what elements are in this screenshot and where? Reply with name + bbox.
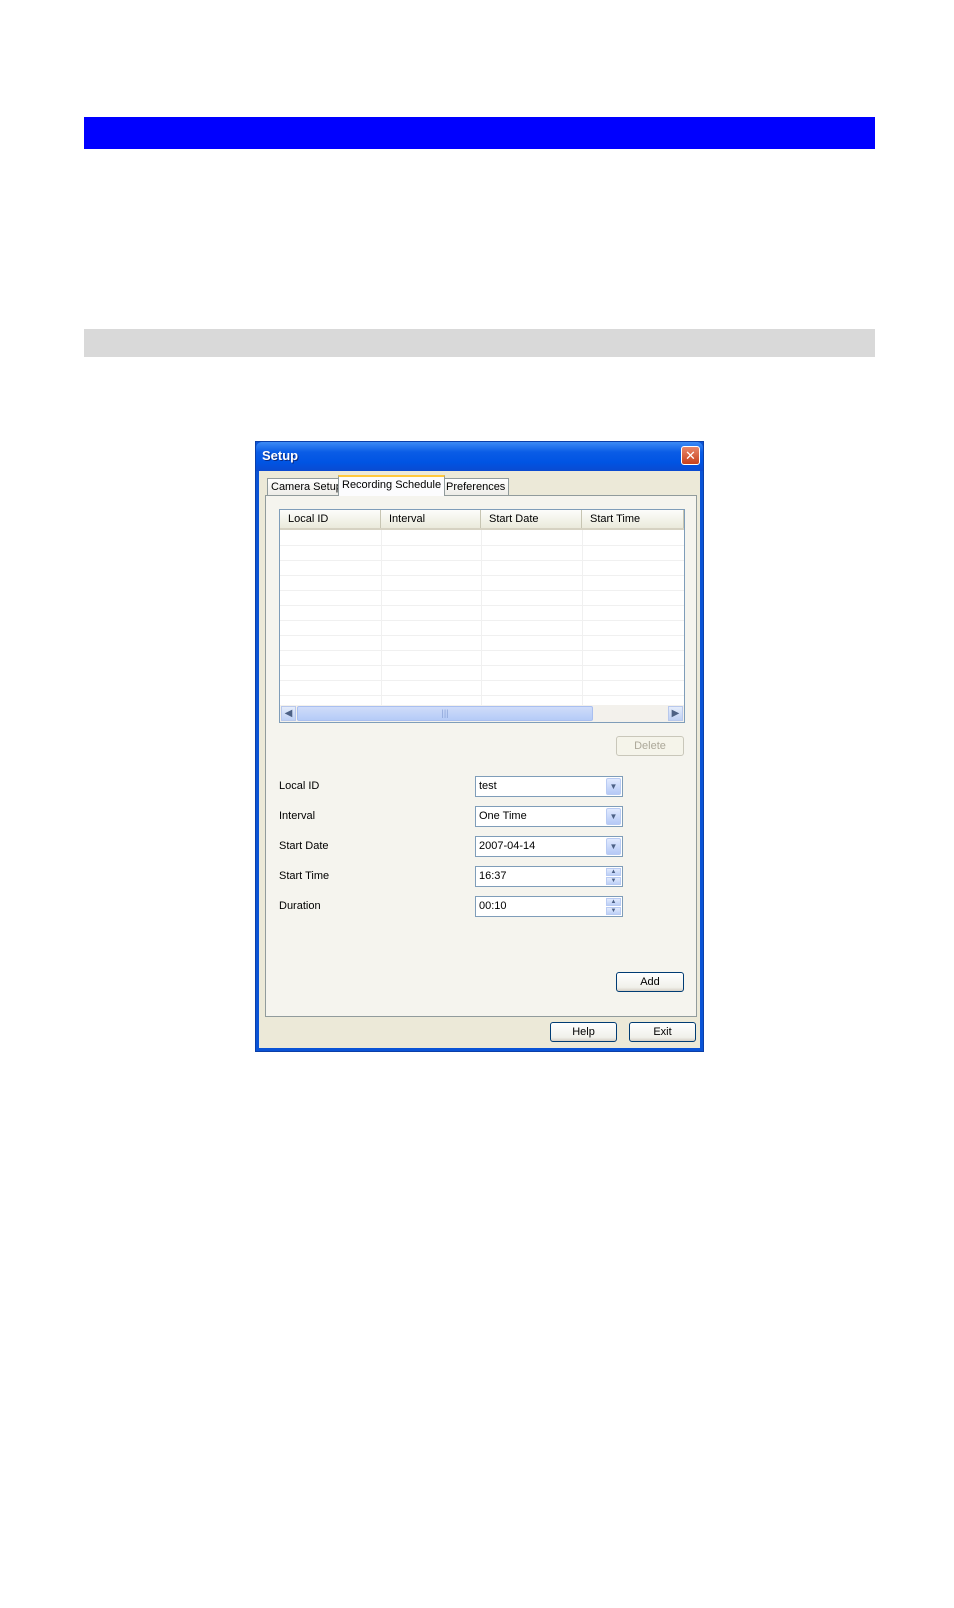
recording-schedule-panel: Local ID Interval Start Date Start Time … bbox=[265, 495, 697, 1017]
spin-control: ▲ ▼ bbox=[606, 868, 621, 885]
start-time-value: 16:37 bbox=[479, 870, 507, 882]
start-date-label: Start Date bbox=[279, 840, 329, 852]
local-id-value: test bbox=[479, 780, 497, 792]
local-id-select[interactable]: test ▼ bbox=[475, 776, 623, 797]
chevron-right-icon[interactable]: ▶ bbox=[668, 706, 683, 721]
table-row[interactable] bbox=[280, 650, 684, 666]
chevron-down-icon[interactable]: ▼ bbox=[606, 877, 621, 885]
table-row[interactable] bbox=[280, 590, 684, 606]
chevron-up-icon[interactable]: ▲ bbox=[606, 898, 621, 906]
table-row[interactable] bbox=[280, 680, 684, 696]
section-header-bar bbox=[84, 329, 875, 357]
page-header-bar bbox=[84, 117, 875, 149]
column-divider bbox=[481, 530, 482, 706]
scrollbar-thumb[interactable]: ||| bbox=[297, 706, 593, 721]
title-bar[interactable]: Setup ✕ bbox=[256, 442, 703, 471]
duration-spinner[interactable]: 00:10 ▲ ▼ bbox=[475, 896, 623, 917]
chevron-left-icon[interactable]: ◀ bbox=[281, 706, 296, 721]
duration-value: 00:10 bbox=[479, 900, 507, 912]
table-row[interactable] bbox=[280, 545, 684, 561]
interval-value: One Time bbox=[479, 810, 527, 822]
add-button[interactable]: Add bbox=[616, 972, 684, 992]
delete-button[interactable]: Delete bbox=[616, 736, 684, 756]
window-client: Camera Setup Recording Schedule Preferen… bbox=[259, 471, 700, 1048]
chevron-down-icon[interactable]: ▼ bbox=[606, 778, 621, 795]
exit-button[interactable]: Exit bbox=[629, 1022, 696, 1042]
close-icon[interactable]: ✕ bbox=[681, 446, 700, 465]
chevron-down-icon[interactable]: ▼ bbox=[606, 808, 621, 825]
table-header: Local ID Interval Start Date Start Time bbox=[280, 510, 684, 530]
local-id-label: Local ID bbox=[279, 780, 320, 792]
column-local-id[interactable]: Local ID bbox=[280, 510, 381, 528]
window-title: Setup bbox=[262, 448, 299, 463]
interval-label: Interval bbox=[279, 810, 316, 822]
chevron-up-icon[interactable]: ▲ bbox=[606, 868, 621, 876]
setup-window: Setup ✕ Camera Setup Recording Schedule … bbox=[255, 441, 704, 1052]
table-row[interactable] bbox=[280, 635, 684, 651]
chevron-down-icon[interactable]: ▼ bbox=[606, 907, 621, 915]
table-row[interactable] bbox=[280, 575, 684, 591]
tab-recording-schedule[interactable]: Recording Schedule bbox=[338, 475, 446, 496]
help-button[interactable]: Help bbox=[550, 1022, 617, 1042]
start-time-spinner[interactable]: 16:37 ▲ ▼ bbox=[475, 866, 623, 887]
table-row[interactable] bbox=[280, 530, 684, 546]
duration-label: Duration bbox=[279, 900, 321, 912]
column-start-date[interactable]: Start Date bbox=[481, 510, 582, 528]
table-row[interactable] bbox=[280, 560, 684, 576]
horizontal-scrollbar[interactable]: ◀ ||| ▶ bbox=[280, 705, 684, 722]
tab-preferences[interactable]: Preferences bbox=[442, 478, 510, 496]
chevron-down-icon[interactable]: ▼ bbox=[606, 838, 621, 855]
interval-select[interactable]: One Time ▼ bbox=[475, 806, 623, 827]
tab-camera-setup[interactable]: Camera Setup bbox=[267, 478, 346, 496]
table-row[interactable] bbox=[280, 665, 684, 681]
table-row[interactable] bbox=[280, 620, 684, 636]
start-date-picker[interactable]: 2007-04-14 ▼ bbox=[475, 836, 623, 857]
spin-control: ▲ ▼ bbox=[606, 898, 621, 915]
schedule-table[interactable]: Local ID Interval Start Date Start Time … bbox=[279, 509, 685, 723]
column-divider bbox=[381, 530, 382, 706]
start-time-label: Start Time bbox=[279, 870, 330, 882]
table-row[interactable] bbox=[280, 605, 684, 621]
column-start-time[interactable]: Start Time bbox=[582, 510, 684, 528]
start-date-value: 2007-04-14 bbox=[479, 840, 536, 852]
column-divider bbox=[582, 530, 583, 706]
column-interval[interactable]: Interval bbox=[381, 510, 481, 528]
